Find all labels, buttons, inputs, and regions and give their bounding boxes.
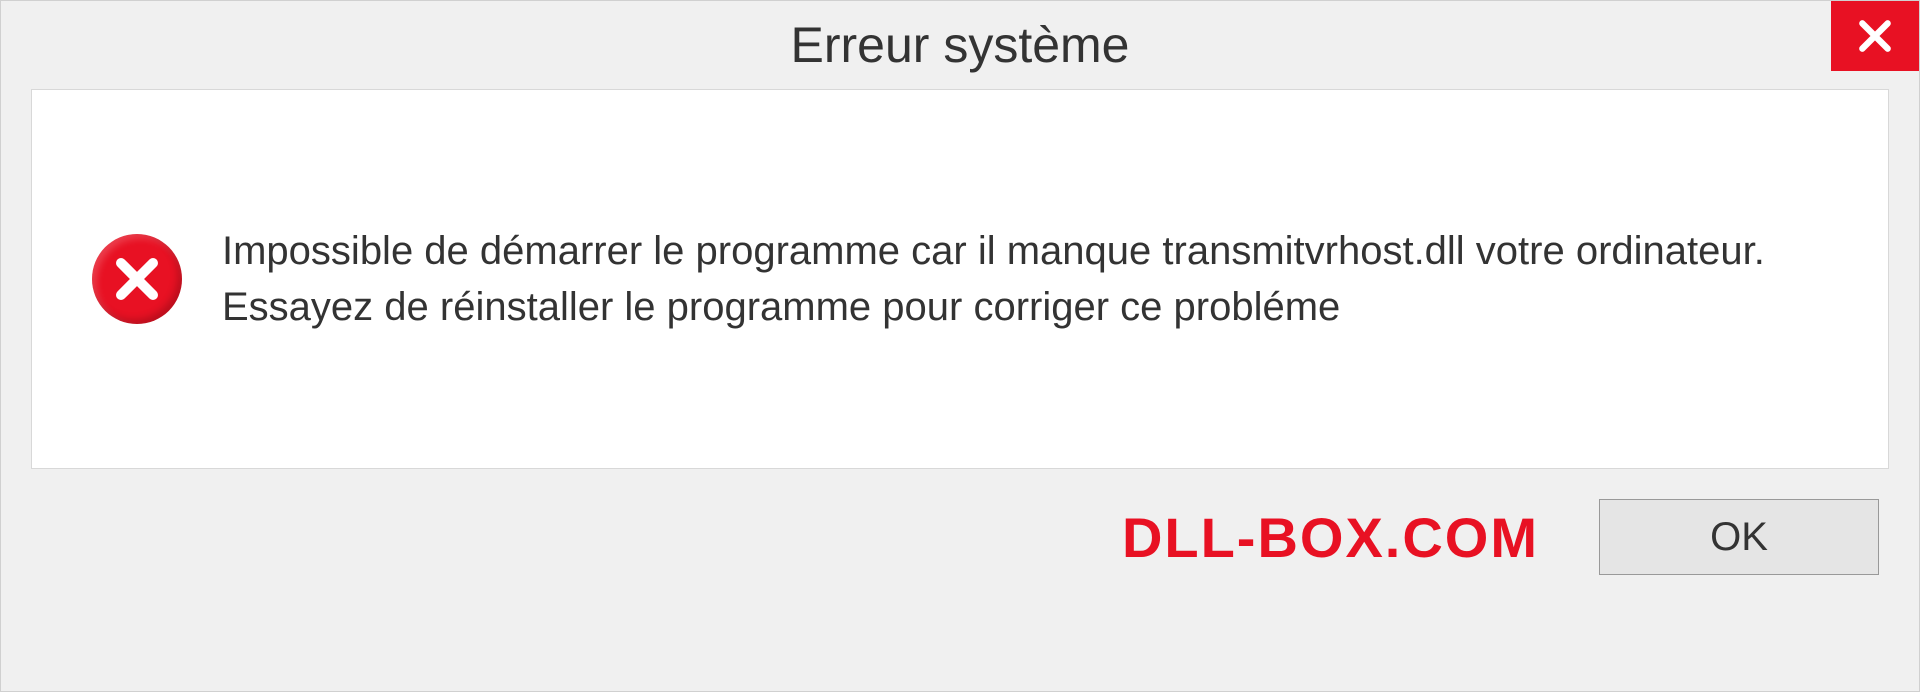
brand-watermark: DLL-BOX.COM <box>1122 505 1539 570</box>
titlebar: Erreur système <box>1 1 1919 89</box>
content-panel: Impossible de démarrer le programme car … <box>31 89 1889 469</box>
ok-button[interactable]: OK <box>1599 499 1879 575</box>
close-icon <box>1856 17 1894 55</box>
close-button[interactable] <box>1831 1 1919 71</box>
dialog-footer: DLL-BOX.COM OK <box>1 469 1919 575</box>
error-message: Impossible de démarrer le programme car … <box>222 223 1828 335</box>
error-dialog: Erreur système Impossible de démarrer le… <box>0 0 1920 692</box>
ok-button-label: OK <box>1710 515 1768 560</box>
dialog-title: Erreur système <box>791 16 1130 74</box>
error-icon <box>92 234 182 324</box>
